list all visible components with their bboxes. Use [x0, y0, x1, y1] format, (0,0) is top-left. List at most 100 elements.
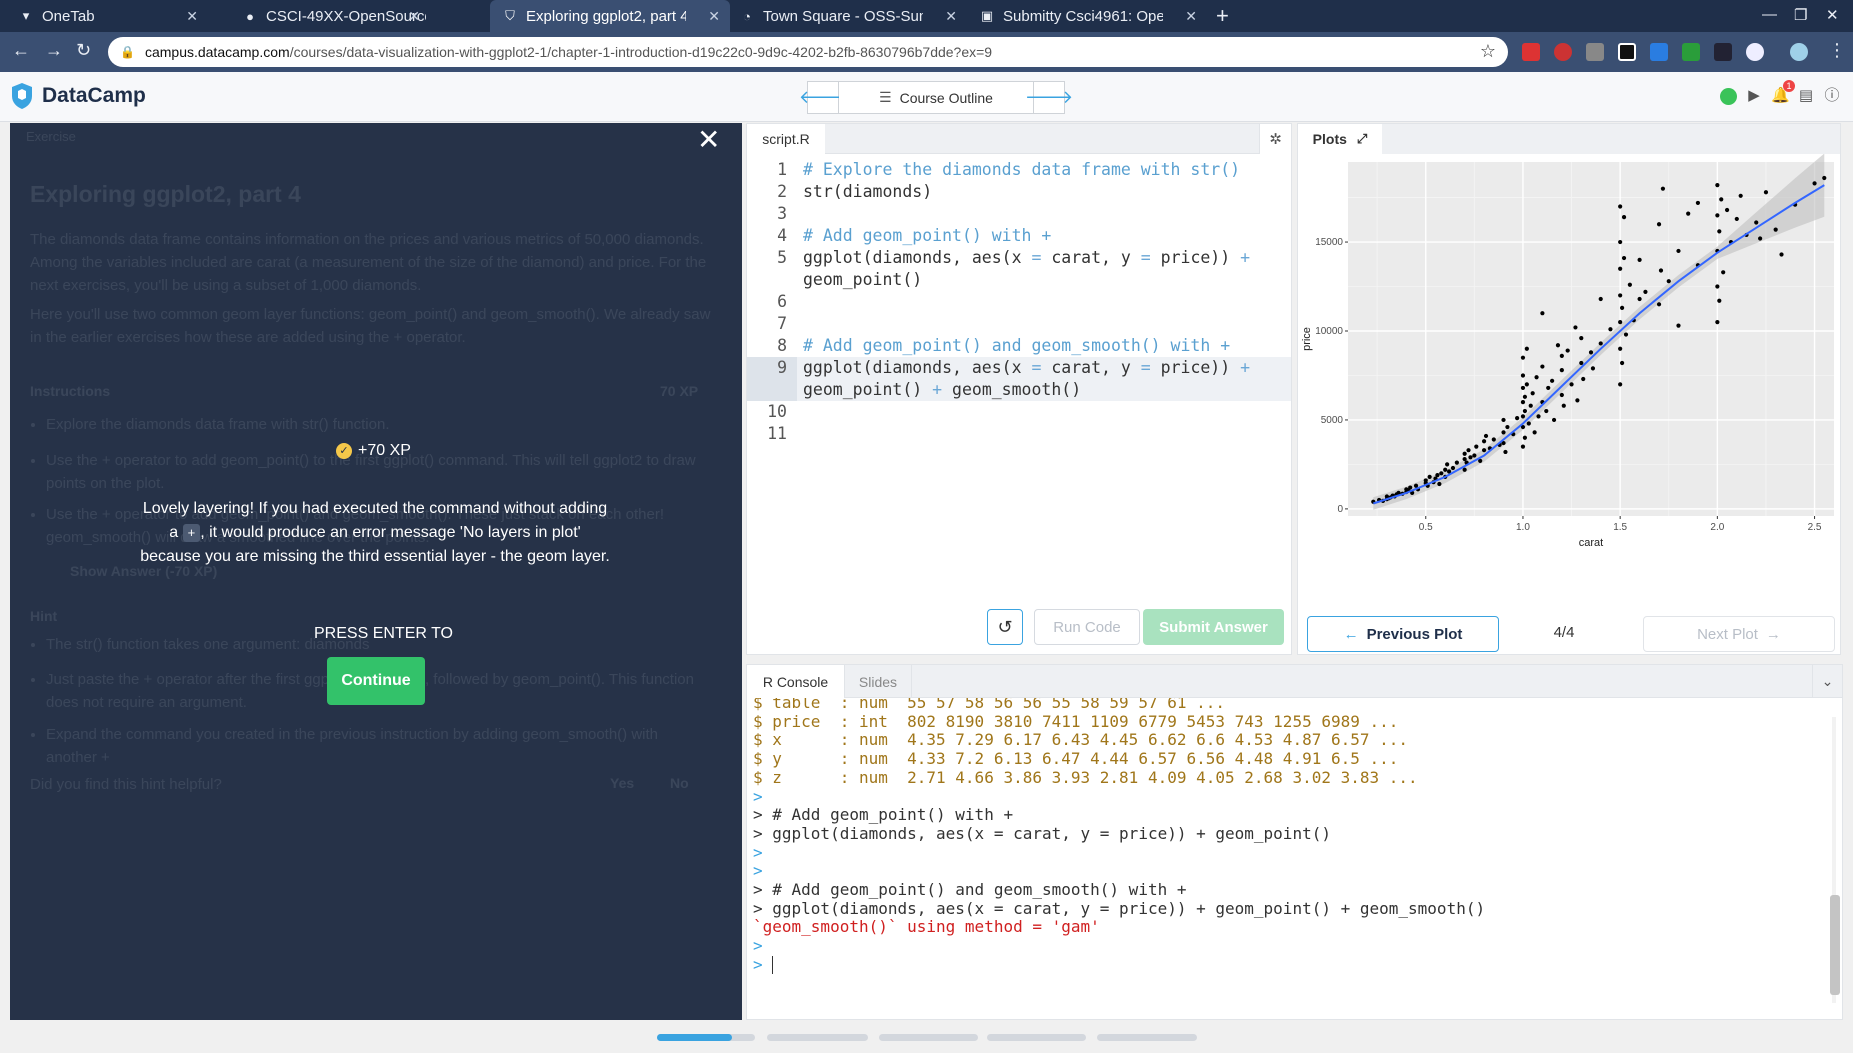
course-outline-button[interactable]: ☰ Course Outline [839, 81, 1033, 114]
datacamp-shield-icon [12, 83, 32, 109]
progress-segment[interactable] [657, 1034, 755, 1041]
close-tab-icon[interactable]: ✕ [945, 8, 957, 25]
data-point [1520, 400, 1526, 405]
back-icon[interactable]: ← [12, 40, 30, 61]
tab-r-console[interactable]: R Console [747, 665, 844, 698]
collapse-icon[interactable]: ⌄ [1812, 665, 1842, 698]
data-point [1466, 448, 1471, 453]
expand-icon[interactable]: ⤢ [1357, 131, 1367, 147]
line-number: 7 [777, 314, 787, 333]
editor-actions: ↺ Run Code Submit Answer [747, 609, 1291, 649]
progress-segment[interactable] [879, 1034, 978, 1041]
tab-onetab[interactable]: ▾ OneTab ✕ [6, 0, 208, 32]
progress-segment[interactable] [767, 1034, 868, 1041]
close-overlay-icon[interactable]: ✕ [697, 126, 720, 154]
bookmark-star-icon[interactable]: ☆ [1480, 41, 1496, 62]
close-window-icon[interactable]: ✕ [1826, 6, 1839, 24]
console-output[interactable]: $ table : num 55 57 58 56 56 55 58 59 57… [747, 698, 1822, 1019]
close-tab-icon[interactable]: ✕ [708, 8, 720, 25]
notifications-icon[interactable]: 🔔 1 [1771, 80, 1795, 105]
tab-submitty[interactable]: ▣ Submitty Csci4961: Open ✕ [967, 0, 1207, 32]
info-icon[interactable]: ⓘ [1823, 87, 1841, 105]
video-icon[interactable]: ▶ [1745, 87, 1763, 105]
next-exercise-icon[interactable]: 🡒 [1025, 81, 1073, 114]
hint-yes-button[interactable]: Yes [610, 775, 634, 791]
code-line[interactable]: 10 [747, 401, 1291, 423]
slides-pdf-icon[interactable]: ▤ [1797, 87, 1815, 105]
tab-github[interactable]: ● CSCI-49XX-OpenSource/L ✕ [230, 0, 430, 32]
data-point [1569, 382, 1574, 387]
extension-icon[interactable] [1746, 43, 1764, 61]
data-point [1491, 437, 1496, 442]
data-point [1435, 472, 1440, 478]
code-line[interactable]: geom_point() + geom_smooth() [747, 379, 1291, 401]
code-line[interactable]: 6 [747, 291, 1291, 313]
data-point [1520, 444, 1526, 449]
code-line[interactable]: 4 # Add geom_point() with + [747, 225, 1291, 247]
menu-icon[interactable]: ⋮ [1828, 40, 1846, 61]
console-scrollbar[interactable] [1828, 705, 1840, 1015]
code-line[interactable]: 5 ggplot(diamonds, aes(x = carat, y = pri… [747, 247, 1291, 269]
code-line[interactable]: 3 [747, 203, 1291, 225]
profile-avatar[interactable] [1790, 43, 1808, 61]
r-console-panel: R Console Slides ⌄ $ table : num 55 57 5… [746, 664, 1843, 1020]
data-point [1623, 332, 1629, 337]
check-coin-icon: ✓ [336, 443, 352, 459]
plots-panel: Plots ⤢ 0.5 1.0 1.5 2.0 2.5 0 5000 10000 15000 ca… [1297, 123, 1841, 655]
tab-script-r[interactable]: script.R [747, 124, 825, 154]
submit-answer-button[interactable]: Submit Answer [1143, 609, 1284, 645]
minimize-icon[interactable]: — [1762, 6, 1777, 23]
next-plot-button[interactable]: Next Plot → [1643, 616, 1835, 652]
code-line[interactable]: 2 str(diamonds) [747, 181, 1291, 203]
code-line[interactable]: 11 [747, 423, 1291, 445]
previous-plot-button[interactable]: ← Previous Plot [1307, 616, 1499, 652]
prev-exercise-icon[interactable]: 🡐 [799, 81, 847, 114]
extension-icon[interactable] [1714, 43, 1732, 61]
forward-icon[interactable]: → [45, 40, 63, 61]
progress-segment[interactable] [987, 1034, 1086, 1041]
reset-code-icon[interactable]: ↺ [987, 609, 1023, 645]
continue-button[interactable]: Continue [327, 657, 425, 705]
console-line: `geom_smooth()` using method = 'gam' [753, 917, 1100, 937]
run-code-button[interactable]: Run Code [1034, 609, 1140, 645]
code-line[interactable]: 7 [747, 313, 1291, 335]
code-line[interactable]: 1 # Explore the diamonds data frame with … [747, 159, 1291, 181]
exercise-crumb: Exercise [26, 129, 76, 144]
new-tab-icon[interactable]: + [1216, 3, 1229, 29]
data-point [1559, 392, 1564, 398]
tab-mattermost[interactable]: ◔ Town Square - OSS-Summ ✕ [727, 0, 967, 32]
close-tab-icon[interactable]: ✕ [408, 8, 420, 25]
extension-icon[interactable] [1554, 43, 1572, 61]
editor-settings-icon[interactable]: ✲ [1259, 124, 1291, 154]
data-point [1608, 327, 1613, 332]
scroll-thumb[interactable] [1830, 895, 1840, 995]
extension-icon[interactable] [1586, 43, 1604, 61]
press-enter-text: PRESS ENTER TO [314, 625, 453, 642]
data-point [1643, 289, 1648, 294]
exercise-title: Exploring ggplot2, part 4 [30, 181, 301, 207]
code-line[interactable]: 8 # Add geom_point() and geom_smooth() wi… [747, 335, 1291, 357]
code-line[interactable]: 9 ggplot(diamonds, aes(x = carat, y = pri… [747, 357, 1291, 379]
tab-datacamp[interactable]: ⛉ Exploring ggplot2, part 4 ✕ [490, 0, 730, 32]
close-tab-icon[interactable]: ✕ [1185, 8, 1197, 25]
x-tick-label: 2.0 [1710, 522, 1724, 533]
url-field[interactable]: 🔒 campus.datacamp.com/courses/data-visua… [108, 37, 1508, 67]
extension-icon[interactable] [1618, 43, 1636, 61]
code-line[interactable]: geom_point() [747, 269, 1291, 291]
progress-segment[interactable] [1097, 1034, 1197, 1041]
reload-icon[interactable]: ↻ [76, 40, 91, 61]
hint-no-button[interactable]: No [670, 775, 689, 791]
extension-icon[interactable] [1522, 43, 1540, 61]
tab-slides[interactable]: Slides [844, 665, 912, 698]
data-point [1676, 248, 1681, 254]
close-tab-icon[interactable]: ✕ [186, 8, 198, 25]
line-number: 6 [777, 292, 787, 311]
data-point [1656, 302, 1662, 307]
extension-icon[interactable] [1650, 43, 1668, 61]
hamburger-icon: ☰ [879, 89, 892, 105]
restore-icon[interactable]: ❐ [1794, 6, 1807, 24]
tab-plots[interactable]: Plots ⤢ [1298, 124, 1382, 154]
datacamp-logo[interactable]: DataCamp [10, 82, 146, 110]
extension-icon[interactable] [1682, 43, 1700, 61]
code-area[interactable]: 1 # Explore the diamonds data frame with … [747, 159, 1291, 445]
